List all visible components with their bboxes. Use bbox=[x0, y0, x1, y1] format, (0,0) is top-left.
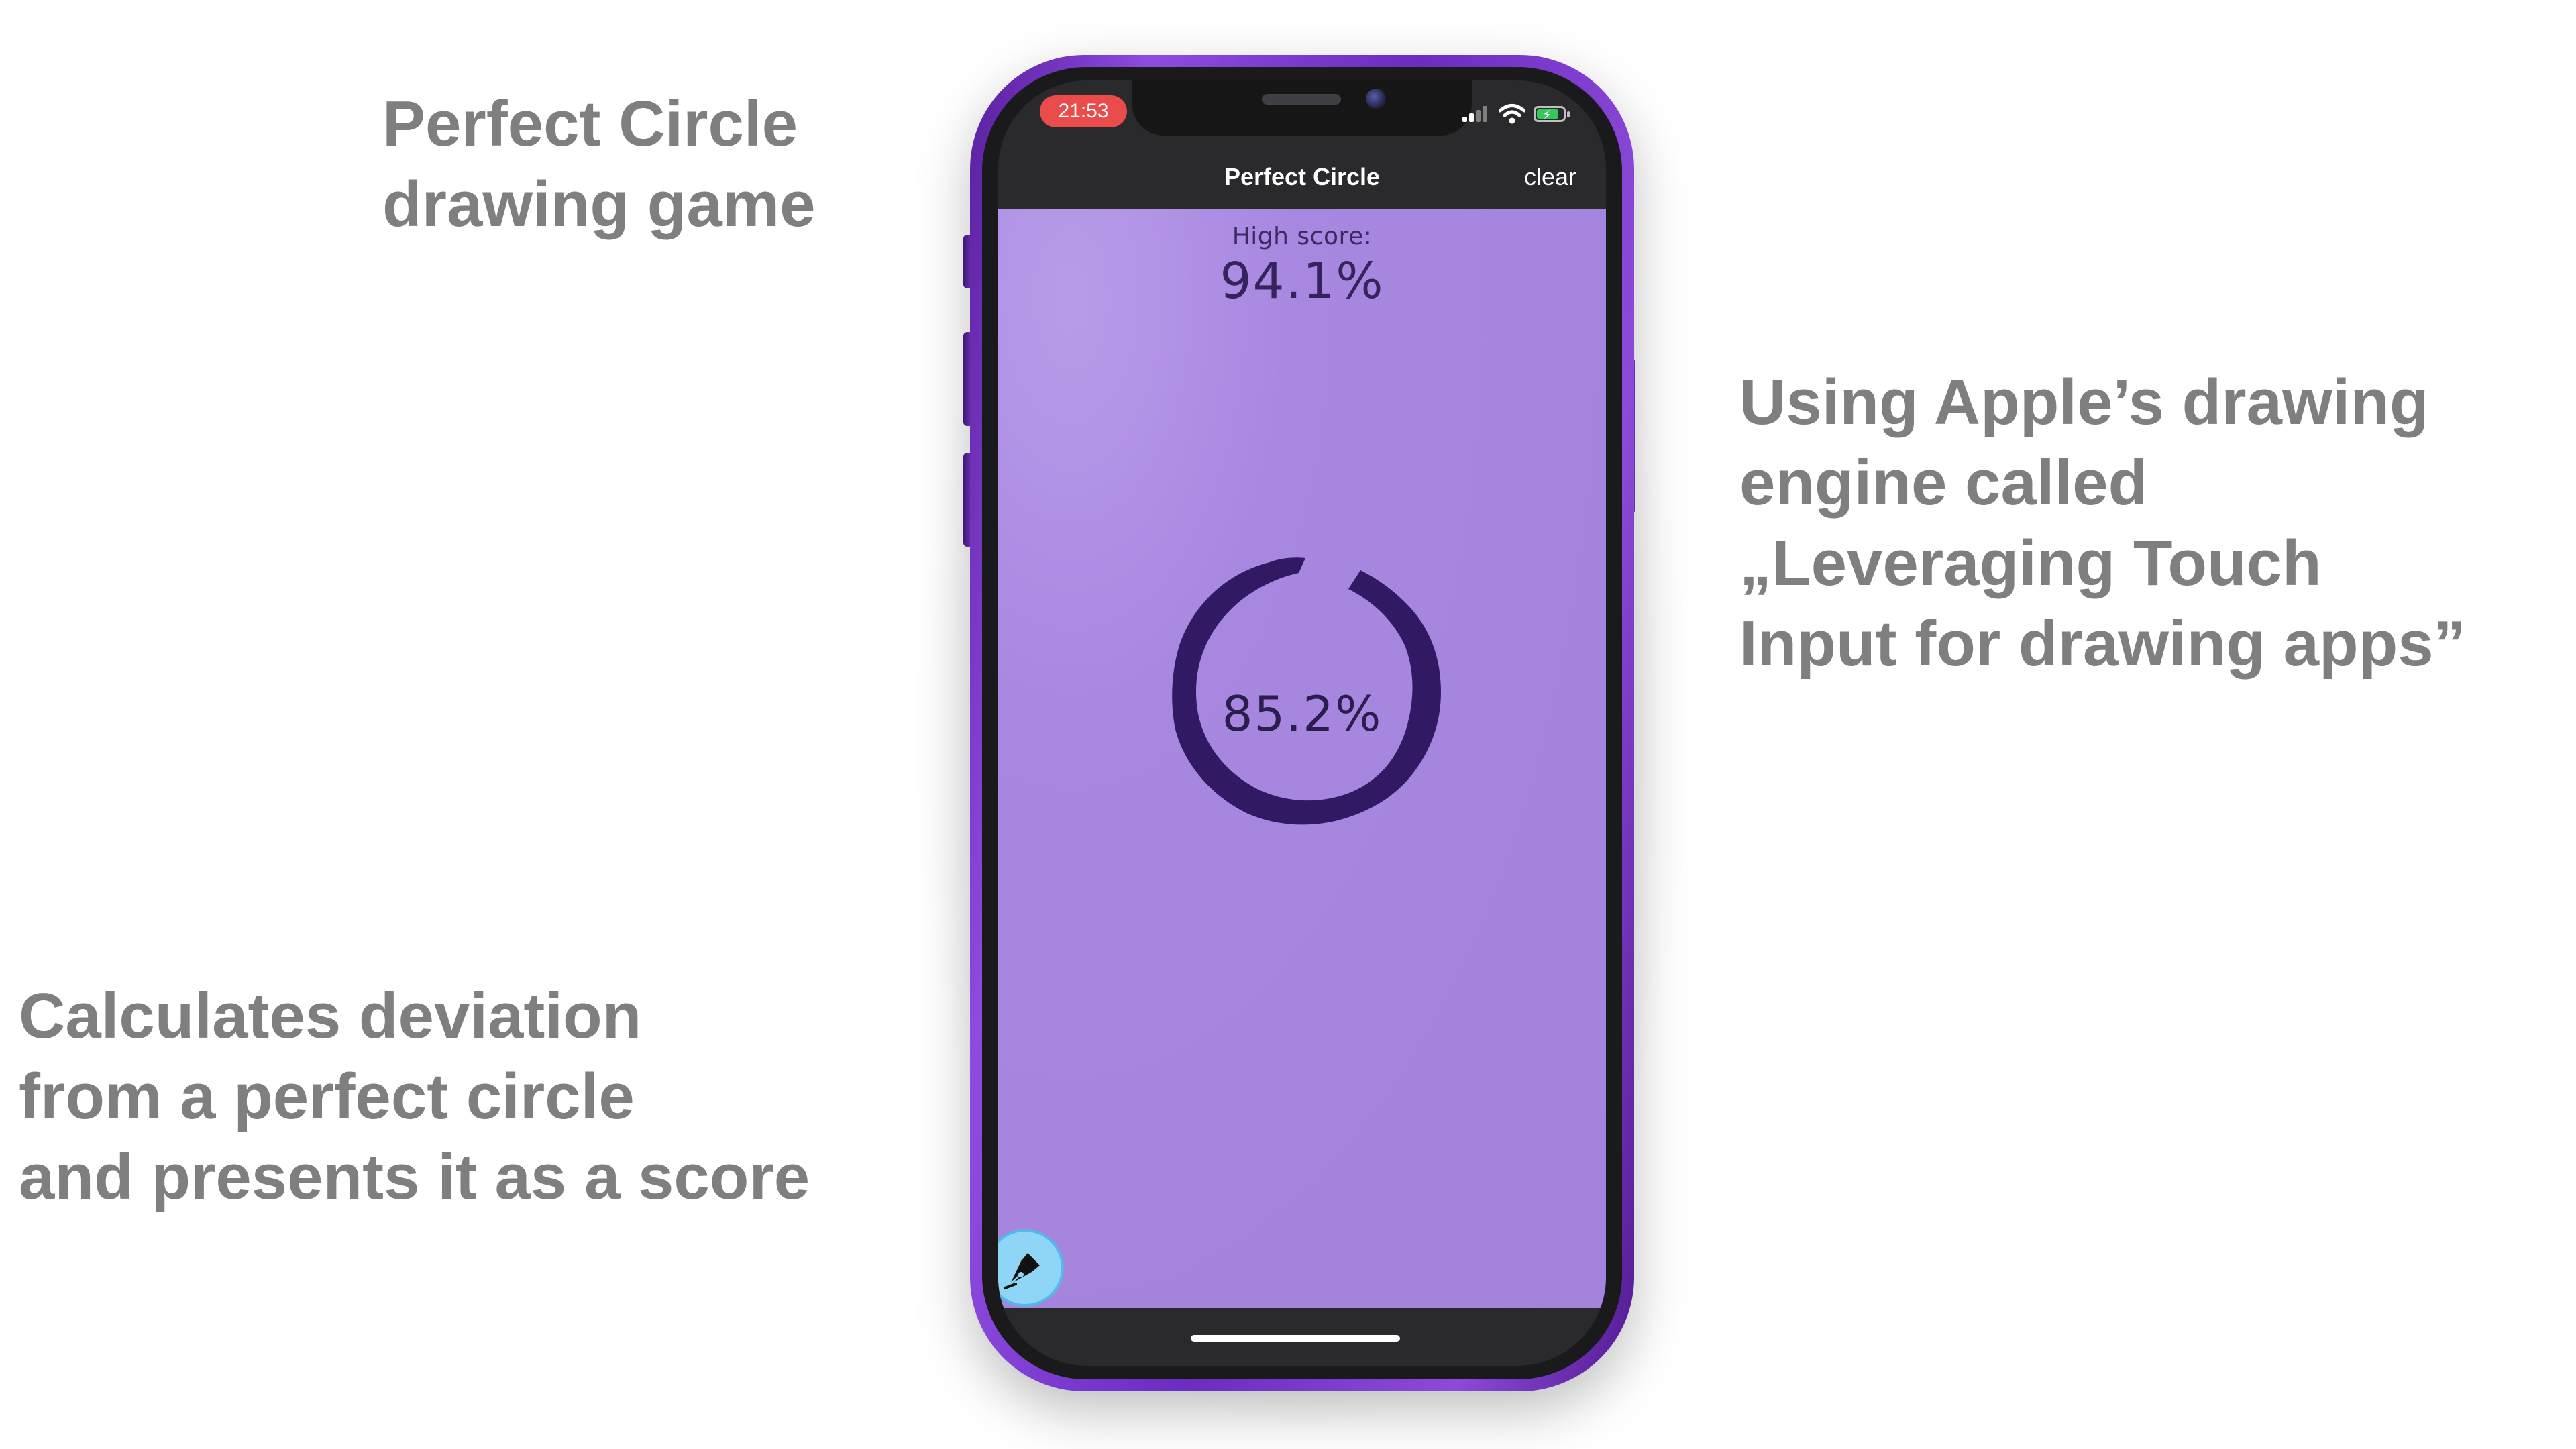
high-score-value: 94.1% bbox=[1220, 252, 1385, 310]
home-indicator[interactable] bbox=[1191, 1335, 1400, 1342]
status-time: 21:53 bbox=[1040, 95, 1127, 127]
wifi-icon bbox=[1499, 104, 1525, 124]
phone-screen: 21:53 ⚡ Perfect Circle clear High score:… bbox=[998, 80, 1606, 1366]
caption-deviation: Calculates deviation from a perfect circ… bbox=[19, 976, 810, 1218]
slide: Perfect Circle drawing game Using Apple’… bbox=[0, 0, 2576, 1449]
caption-line: from a perfect circle bbox=[19, 1061, 635, 1132]
drawing-canvas[interactable]: High score: 94.1% 85.2% bbox=[998, 209, 1606, 1308]
caption-line: Input for drawing apps” bbox=[1739, 608, 2466, 680]
caption-line: Using Apple’s drawing bbox=[1739, 366, 2429, 438]
caption-line: and presents it as a score bbox=[19, 1141, 810, 1213]
drawing-tool-button[interactable] bbox=[998, 1229, 1064, 1307]
notch bbox=[1132, 80, 1472, 136]
fountain-pen-icon bbox=[1004, 1253, 1040, 1289]
high-score-label: High score: bbox=[1232, 223, 1373, 250]
caption-title: Perfect Circle drawing game bbox=[382, 84, 815, 245]
battery-cap bbox=[1567, 111, 1570, 117]
nav-title: Perfect Circle bbox=[1224, 163, 1381, 191]
current-score-value: 85.2% bbox=[1222, 686, 1383, 742]
caption-line: drawing game bbox=[382, 168, 816, 240]
caption-line: Calculates deviation bbox=[19, 980, 642, 1052]
clear-button[interactable]: clear bbox=[1524, 162, 1576, 192]
caption-engine: Using Apple’s drawing engine called „Lev… bbox=[1739, 362, 2466, 684]
caption-line: Perfect Circle bbox=[382, 88, 798, 160]
status-icons: ⚡ bbox=[1462, 101, 1583, 127]
battery-charging-icon: ⚡ bbox=[1534, 106, 1566, 123]
caption-line: „Leveraging Touch bbox=[1739, 527, 2322, 599]
earpiece-speaker bbox=[1262, 94, 1341, 105]
caption-line: engine called bbox=[1739, 447, 2148, 519]
front-camera bbox=[1366, 89, 1386, 109]
signal-icon bbox=[1462, 106, 1489, 122]
